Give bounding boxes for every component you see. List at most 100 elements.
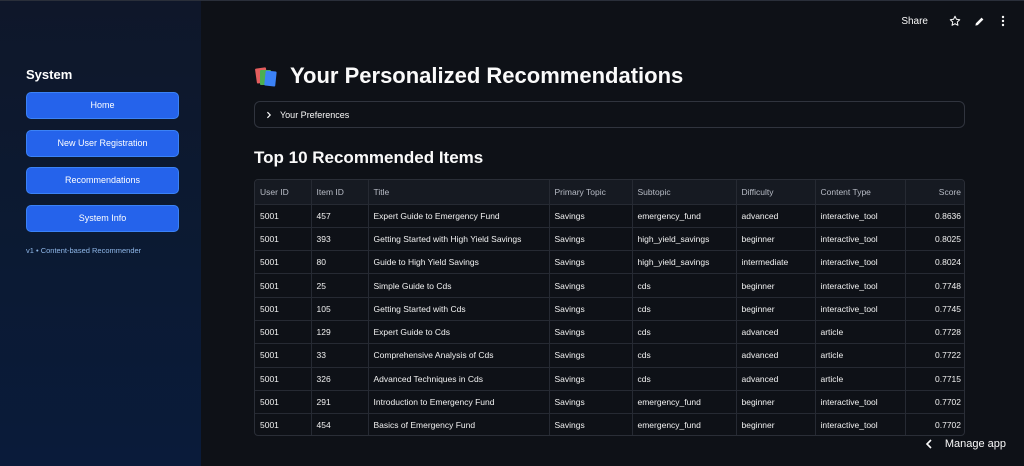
table-cell: Expert Guide to Emergency Fund <box>368 204 550 228</box>
table-row[interactable]: 5001 393 Getting Started with High Yield S… <box>255 227 964 252</box>
table-cell: 0.7745 <box>905 297 964 321</box>
recommendations-button[interactable]: Recommendations <box>26 167 179 194</box>
table-row[interactable]: 5001 326 Advanced Techniques in Cds Savings… <box>255 367 964 391</box>
table-cell: advanced <box>736 204 816 228</box>
table-cell: interactive_tool <box>815 250 906 275</box>
column-header[interactable]: Title <box>368 180 550 205</box>
table-row[interactable]: 5001 33 Comprehensive Analysis of Cds Savin… <box>255 343 964 368</box>
table-cell: Getting Started with Cds <box>368 297 550 321</box>
column-header[interactable]: Score <box>905 180 964 205</box>
page-title: Your Personalized Recommendations <box>254 60 966 92</box>
table-row[interactable]: 5001 291 Introduction to Emergency Fund Sav… <box>255 390 964 415</box>
column-header[interactable]: Difficulty <box>736 180 816 205</box>
table-cell: advanced <box>736 343 816 368</box>
table-cell: 5001 <box>255 390 312 415</box>
table-cell: Savings <box>549 343 633 368</box>
table-cell: Savings <box>549 320 633 345</box>
table-cell: 0.7702 <box>905 390 964 415</box>
table-cell: Savings <box>549 297 633 321</box>
table-cell: article <box>815 320 906 345</box>
table-cell: 0.7702 <box>905 413 964 435</box>
table-cell: Savings <box>549 204 633 228</box>
table-cell: 0.7722 <box>905 343 964 368</box>
page-title-text: Your Personalized Recommendations <box>290 63 684 88</box>
sidebar: System Home New User Registration Recomm… <box>0 0 201 466</box>
table-cell: beginner <box>736 227 816 252</box>
table-cell: Savings <box>549 390 633 415</box>
table-cell: Comprehensive Analysis of Cds <box>368 343 550 368</box>
table-cell: 326 <box>311 367 369 391</box>
table-row[interactable]: 5001 80 Guide to High Yield Savings Savings… <box>255 250 964 275</box>
table-cell: Expert Guide to Cds <box>368 320 550 345</box>
table-cell: 291 <box>311 390 369 415</box>
share-button[interactable]: Share <box>901 16 928 27</box>
column-header[interactable]: Item ID <box>311 180 369 205</box>
table-cell: Simple Guide to Cds <box>368 273 550 298</box>
pencil-icon[interactable] <box>972 14 986 28</box>
table-cell: high_yield_savings <box>632 227 737 252</box>
section-title: Top 10 Recommended Items <box>254 148 484 167</box>
table-cell: Introduction to Emergency Fund <box>368 390 550 415</box>
table-cell: high_yield_savings <box>632 250 737 275</box>
table-cell: beginner <box>736 297 816 321</box>
table-cell: cds <box>632 273 737 298</box>
table-cell: interactive_tool <box>815 413 906 435</box>
table-cell: cds <box>632 343 737 368</box>
table-row[interactable]: 5001 129 Expert Guide to Cds Savings cds adva… <box>255 320 964 345</box>
table-row[interactable]: 5001 454 Basics of Emergency Fund Savings em… <box>255 413 964 435</box>
table-cell: 25 <box>311 273 369 298</box>
table-cell: interactive_tool <box>815 273 906 298</box>
table-cell: emergency_fund <box>632 390 737 415</box>
table-cell: 5001 <box>255 250 312 275</box>
table-cell: 454 <box>311 413 369 435</box>
table-cell: 0.7715 <box>905 367 964 391</box>
table-cell: Savings <box>549 413 633 435</box>
expander-label: Your Preferences <box>280 109 350 120</box>
table-cell: cds <box>632 297 737 321</box>
new-user-registration-button[interactable]: New User Registration <box>26 129 179 157</box>
sidebar-title: System <box>26 67 73 82</box>
column-header[interactable]: User ID <box>255 180 312 205</box>
home-button[interactable]: Home <box>26 92 179 119</box>
table-cell: cds <box>632 367 737 391</box>
table-cell: article <box>815 343 906 368</box>
table-cell: emergency_fund <box>632 413 737 435</box>
table-cell: beginner <box>736 273 816 298</box>
table-cell: interactive_tool <box>815 390 906 415</box>
table-row[interactable]: 5001 105 Getting Started with Cds Savings cd… <box>255 297 964 321</box>
table-row[interactable]: 5001 457 Expert Guide to Emergency Fund Sav… <box>255 204 964 228</box>
manage-app-button[interactable]: Manage app <box>923 438 1006 450</box>
table-row[interactable]: 5001 25 Simple Guide to Cds Savings cds begin… <box>255 273 964 298</box>
table-cell: interactive_tool <box>815 204 906 228</box>
system-info-button[interactable]: System Info <box>26 204 179 232</box>
table-header-row: User ID Item ID Title Primary Topic Subtopic… <box>255 180 964 205</box>
table-cell: advanced <box>736 367 816 391</box>
table-body: 5001 457 Expert Guide to Emergency Fund Sav… <box>255 204 964 435</box>
table-cell: 0.7748 <box>905 273 964 298</box>
table-cell: 33 <box>311 343 369 368</box>
chevron-right-icon <box>265 110 275 120</box>
preferences-expander[interactable]: Your Preferences <box>254 101 965 128</box>
more-vert-icon[interactable] <box>996 14 1010 28</box>
table-cell: intermediate <box>736 250 816 275</box>
table-cell: Savings <box>549 273 633 298</box>
table-cell: 0.8636 <box>905 204 964 228</box>
column-header[interactable]: Subtopic <box>632 180 737 205</box>
table-cell: 5001 <box>255 413 312 435</box>
star-icon[interactable] <box>948 14 962 28</box>
column-header[interactable]: Content Type <box>815 180 906 205</box>
table-cell: 5001 <box>255 227 312 252</box>
table-cell: 5001 <box>255 204 312 228</box>
recommendations-table[interactable]: User ID Item ID Title Primary Topic Subtopic… <box>254 179 965 436</box>
table-cell: 105 <box>311 297 369 321</box>
table-cell: 80 <box>311 250 369 275</box>
table-cell: article <box>815 367 906 391</box>
table-cell: Savings <box>549 367 633 391</box>
column-header[interactable]: Primary Topic <box>549 180 633 205</box>
table-cell: Advanced Techniques in Cds <box>368 367 550 391</box>
table-cell: emergency_fund <box>632 204 737 228</box>
table-cell: 393 <box>311 227 369 252</box>
table-cell: Guide to High Yield Savings <box>368 250 550 275</box>
table-cell: 457 <box>311 204 369 228</box>
table-cell: 0.7728 <box>905 320 964 345</box>
